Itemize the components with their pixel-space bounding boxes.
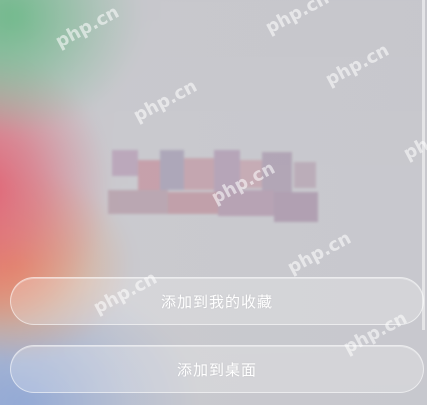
add-to-favorites-label: 添加到我的收藏 xyxy=(160,292,273,311)
blurred-app-preview xyxy=(108,150,336,230)
scroll-edge xyxy=(422,0,425,330)
add-to-desktop-button[interactable]: 添加到桌面 xyxy=(10,345,424,393)
add-to-favorites-button[interactable]: 添加到我的收藏 xyxy=(10,277,424,325)
screen: 添加到我的收藏 添加到桌面 php.cn php.cn php.cn php.c… xyxy=(0,0,427,405)
add-to-desktop-label: 添加到桌面 xyxy=(176,360,257,379)
